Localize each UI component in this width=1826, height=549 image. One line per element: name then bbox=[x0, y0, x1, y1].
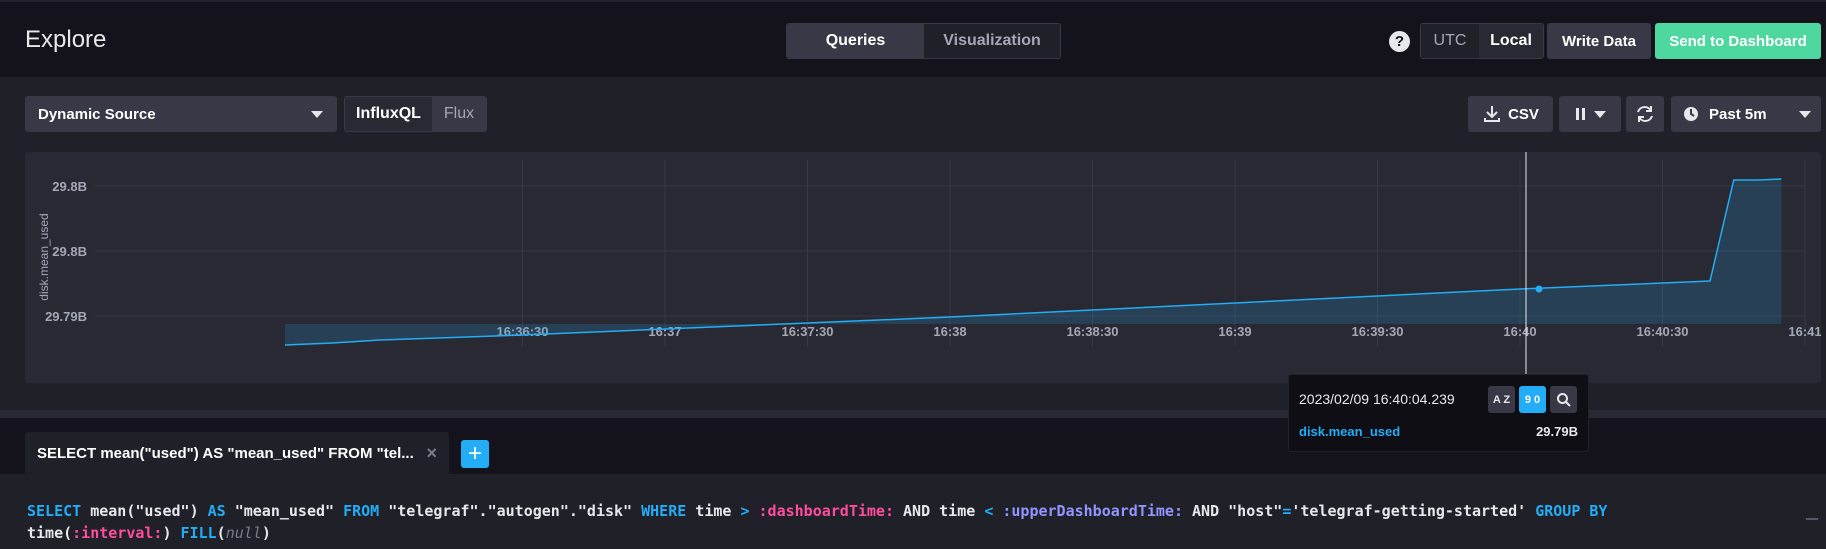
csv-label: CSV bbox=[1508, 105, 1539, 123]
chevron-down-icon bbox=[1594, 110, 1606, 118]
close-icon[interactable]: × bbox=[426, 443, 437, 464]
search-icon[interactable] bbox=[1550, 386, 1577, 413]
download-icon bbox=[1484, 106, 1501, 122]
x-tick-label: 16:39 bbox=[1218, 324, 1251, 339]
sort-numeric-icon[interactable]: 9 0 bbox=[1519, 386, 1546, 413]
x-tick-label: 16:41 bbox=[1788, 324, 1821, 339]
query-tab[interactable]: SELECT mean("used") AS "mean_used" FROM … bbox=[25, 432, 449, 474]
csv-download-button[interactable]: CSV bbox=[1468, 96, 1553, 132]
source-dropdown[interactable]: Dynamic Source bbox=[25, 96, 337, 132]
query-text[interactable]: SELECT mean("used") AS "mean_used" FROM … bbox=[27, 500, 1607, 544]
y-tick-label: 29.8B bbox=[52, 179, 87, 194]
time-range-dropdown[interactable]: Past 5m bbox=[1671, 96, 1821, 132]
language-influxql-button[interactable]: InfluxQL bbox=[345, 97, 432, 131]
x-tick-label: 16:38 bbox=[933, 324, 966, 339]
x-tick-label: 16:40:30 bbox=[1636, 324, 1688, 339]
tooltip-series-value: 29.79B bbox=[1536, 424, 1578, 439]
x-tick-label: 16:38:30 bbox=[1066, 324, 1118, 339]
chevron-down-icon bbox=[1799, 111, 1811, 118]
timezone-toggle: UTC Local bbox=[1420, 23, 1544, 59]
query-tab-label: SELECT mean("used") AS "mean_used" FROM … bbox=[37, 444, 414, 462]
write-data-button[interactable]: Write Data bbox=[1547, 23, 1651, 59]
x-tick-label: 16:39:30 bbox=[1351, 324, 1403, 339]
auto-refresh-dropdown[interactable] bbox=[1559, 96, 1621, 132]
tooltip-series-name: disk.mean_used bbox=[1299, 424, 1401, 439]
sort-alpha-icon[interactable]: A Z bbox=[1488, 386, 1515, 413]
timezone-local-button[interactable]: Local bbox=[1479, 24, 1543, 58]
time-range-label: Past 5m bbox=[1709, 105, 1767, 123]
x-tick-label: 16:37:30 bbox=[781, 324, 833, 339]
mode-toggle: Queries Visualization bbox=[786, 23, 1061, 59]
tab-queries[interactable]: Queries bbox=[787, 24, 924, 58]
hover-point bbox=[1535, 285, 1543, 293]
refresh-icon bbox=[1637, 106, 1653, 122]
send-to-dashboard-button[interactable]: Send to Dashboard bbox=[1655, 23, 1821, 59]
minimap-handle bbox=[1806, 518, 1818, 520]
tooltip-timestamp: 2023/02/09 16:40:04.239 bbox=[1299, 391, 1455, 407]
chevron-down-icon bbox=[311, 111, 323, 118]
tab-visualization[interactable]: Visualization bbox=[924, 24, 1060, 58]
page-title: Explore bbox=[25, 26, 107, 53]
series-area bbox=[285, 179, 1782, 345]
y-tick-label: 29.79B bbox=[45, 309, 87, 324]
help-icon[interactable]: ? bbox=[1389, 31, 1410, 52]
page-header: Explore Queries Visualization ? UTC Loca… bbox=[0, 0, 1826, 77]
source-dropdown-value: Dynamic Source bbox=[38, 105, 156, 123]
add-query-button[interactable]: + bbox=[461, 440, 489, 468]
timezone-utc-button[interactable]: UTC bbox=[1421, 24, 1479, 58]
legend-tooltip: 2023/02/09 16:40:04.239 A Z 9 0 disk.mea… bbox=[1288, 374, 1589, 452]
explore-app: Explore Queries Visualization ? UTC Loca… bbox=[0, 0, 1826, 549]
query-editor[interactable]: SELECT mean("used") AS "mean_used" FROM … bbox=[0, 474, 1826, 549]
line-graph[interactable]: disk.mean_used 29.8B 29.8B 29.79B 16:36:30 1… bbox=[25, 152, 1821, 383]
refresh-button[interactable] bbox=[1626, 96, 1664, 132]
clock-icon bbox=[1684, 107, 1698, 121]
line-graph-svg: 29.8B29.8B29.79B16:36:30 16:37 16:37:30 16:… bbox=[45, 152, 1821, 383]
graph-section: Dynamic Source InfluxQL Flux CSV Past 5m… bbox=[0, 77, 1826, 410]
pause-icon bbox=[1576, 108, 1585, 120]
x-tick-label: 16:40 bbox=[1503, 324, 1536, 339]
language-flux-button[interactable]: Flux bbox=[432, 97, 486, 131]
language-toggle: InfluxQL Flux bbox=[344, 96, 487, 132]
y-tick-label: 29.8B bbox=[52, 244, 87, 259]
